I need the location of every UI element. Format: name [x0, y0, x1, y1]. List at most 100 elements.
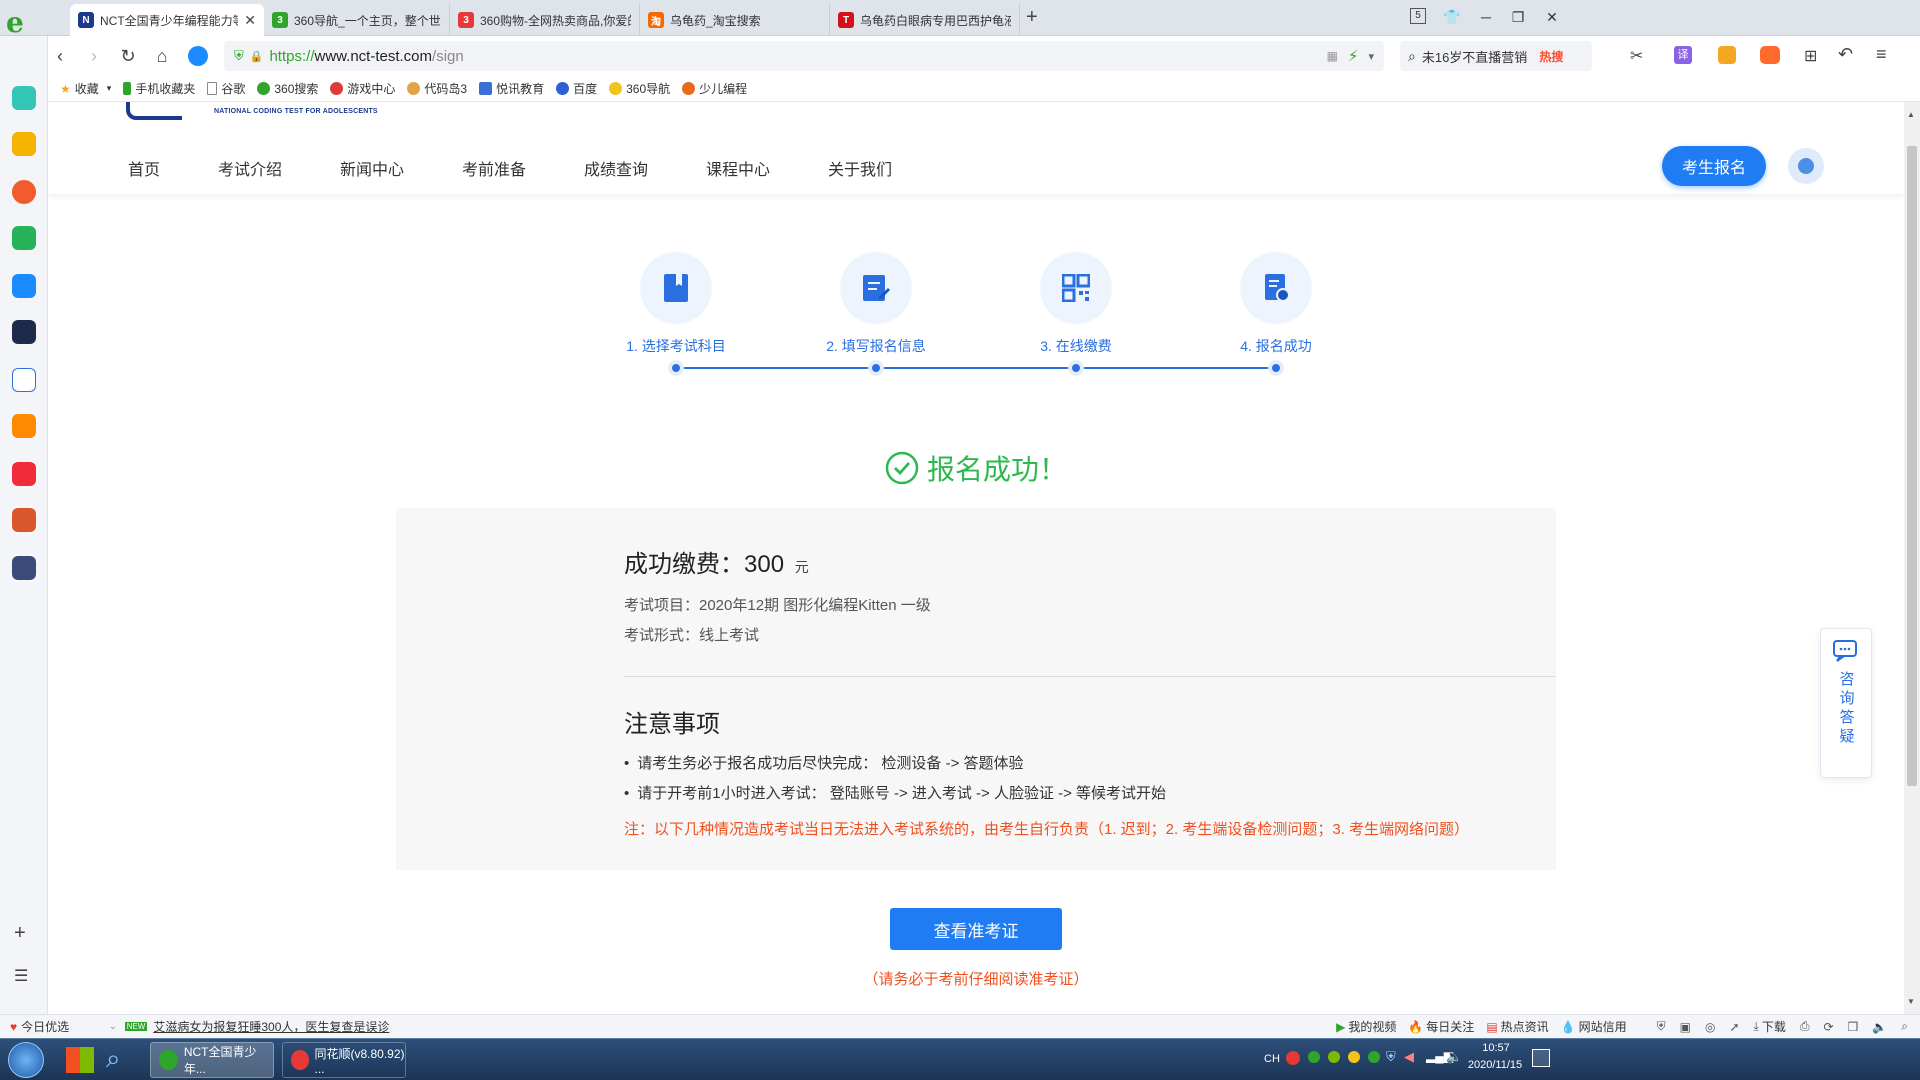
- forward-icon[interactable]: ›: [82, 44, 106, 68]
- tab-count-badge[interactable]: 5: [1410, 8, 1426, 24]
- speed-status-icon[interactable]: ◎: [1705, 1020, 1715, 1034]
- nav-news[interactable]: 新闻中心: [340, 156, 404, 180]
- nav-prep[interactable]: 考前准备: [462, 156, 526, 180]
- tab-tmall[interactable]: T 乌龟药白眼病专用巴西护龟液膏: [830, 4, 1020, 36]
- sidebar-mail-icon[interactable]: [12, 226, 36, 250]
- tray-app1-icon[interactable]: [1308, 1051, 1320, 1063]
- sidebar-p-icon[interactable]: [12, 274, 36, 298]
- user-icon: [1798, 158, 1814, 174]
- search-taskbar-icon[interactable]: ⌕: [106, 1043, 121, 1075]
- avatar[interactable]: [1788, 148, 1824, 184]
- bookmark-yuexun[interactable]: 悦讯教育: [479, 80, 544, 97]
- consult-widget[interactable]: 咨询答疑: [1820, 628, 1872, 778]
- scroll-up-icon[interactable]: ▲: [1907, 110, 1915, 119]
- nav-exam-intro[interactable]: 考试介绍: [218, 156, 282, 180]
- tray-app4-icon[interactable]: [1368, 1051, 1380, 1063]
- bookmark-mobile[interactable]: 手机收藏夹: [123, 80, 195, 97]
- tray-app3-icon[interactable]: [1348, 1051, 1360, 1063]
- shield-extension-icon[interactable]: [1718, 46, 1736, 64]
- search-box[interactable]: ⌕ 未16岁不直播营销 热搜: [1400, 41, 1592, 71]
- daily-focus[interactable]: 每日关注: [1426, 1018, 1474, 1035]
- sidebar-game1-icon[interactable]: [12, 508, 36, 532]
- action-center-icon[interactable]: [1532, 1049, 1550, 1067]
- qr-icon[interactable]: ▦: [1327, 49, 1338, 63]
- rocket-icon[interactable]: ➚: [1729, 1020, 1739, 1034]
- sidebar-add-icon[interactable]: +: [14, 922, 26, 945]
- image-icon[interactable]: ▣: [1680, 1020, 1691, 1034]
- bookmark-360search[interactable]: 360搜索: [257, 80, 318, 97]
- tab-360nav[interactable]: 3 360导航_一个主页，整个世界: [264, 4, 450, 36]
- nct-logo-icon[interactable]: [126, 102, 182, 120]
- quick-launch-app-icon[interactable]: [66, 1047, 94, 1073]
- nav-home[interactable]: 首页: [128, 156, 160, 180]
- tray-sogou-icon[interactable]: [1286, 1051, 1300, 1065]
- bookmark-google[interactable]: 谷歌: [207, 80, 245, 97]
- sidebar-favorites-icon[interactable]: [12, 132, 36, 156]
- location-icon[interactable]: [188, 46, 208, 66]
- bookmark-codeisland[interactable]: 代码岛3: [407, 80, 467, 97]
- tab-360shop[interactable]: 3 360购物-全网热卖商品,你爱的都: [450, 4, 640, 36]
- back-icon[interactable]: ‹: [48, 44, 72, 68]
- volume-icon[interactable]: 🔈: [1446, 1049, 1462, 1065]
- url-field[interactable]: ⛨ 🔒 https:// www.nct-test.com /sign ▦ ⚡ …: [224, 41, 1384, 71]
- clock-date[interactable]: 2020/11/15: [1462, 1059, 1528, 1071]
- home-icon[interactable]: ⌂: [150, 44, 174, 68]
- tray-app2-icon[interactable]: [1328, 1051, 1340, 1063]
- task-browser[interactable]: NCT全国青少年...: [150, 1042, 274, 1078]
- downloads[interactable]: 下载: [1762, 1018, 1786, 1035]
- reload-icon[interactable]: ↻: [116, 44, 140, 68]
- nav-scores[interactable]: 成绩查询: [584, 156, 648, 180]
- page-scrollbar[interactable]: ▲ ▼: [1904, 102, 1920, 1014]
- tab-taobao[interactable]: 淘 乌龟药_淘宝搜索: [640, 4, 830, 36]
- undo-icon[interactable]: ↶: [1838, 44, 1853, 65]
- sidebar-health-icon[interactable]: [12, 86, 36, 110]
- apps-grid-icon[interactable]: ⊞: [1804, 46, 1817, 66]
- hot-news[interactable]: 热点资讯: [1501, 1018, 1549, 1035]
- tray-shield-icon[interactable]: ⛨: [1386, 1049, 1396, 1065]
- printer-icon[interactable]: ⎙: [1800, 1019, 1810, 1034]
- sidebar-news-icon[interactable]: [12, 320, 36, 344]
- scroll-down-icon[interactable]: ▼: [1907, 997, 1915, 1006]
- clock-time[interactable]: 10:57: [1470, 1042, 1522, 1054]
- my-videos[interactable]: 我的视频: [1348, 1018, 1396, 1035]
- bookmark-kids-coding[interactable]: 少儿编程: [682, 80, 747, 97]
- ime-indicator[interactable]: CH: [1264, 1053, 1280, 1065]
- sidebar-xiaohongshu-icon[interactable]: [12, 462, 36, 486]
- sidebar-game2-icon[interactable]: [12, 556, 36, 580]
- scrollbar-thumb[interactable]: [1907, 146, 1917, 786]
- close-tab-icon[interactable]: ✕: [244, 12, 256, 29]
- bookmark-games[interactable]: 游戏中心: [330, 80, 395, 97]
- close-window-icon[interactable]: ✕: [1532, 0, 1572, 34]
- menu-icon[interactable]: ≡: [1876, 44, 1887, 65]
- speed-icon[interactable]: ⚡: [1348, 47, 1359, 65]
- sound-icon[interactable]: 🔈: [1872, 1020, 1887, 1034]
- bookmark-favorites[interactable]: ★ 收藏 ▾: [60, 80, 111, 97]
- task-tonghuashun[interactable]: 同花顺(v8.80.92) ...: [282, 1042, 406, 1078]
- today-picks[interactable]: 今日优选: [21, 1018, 69, 1035]
- shield-status-icon[interactable]: ⛨: [1657, 1019, 1666, 1034]
- tab-nct[interactable]: N NCT全国青少年编程能力等级测 ✕: [70, 4, 264, 36]
- sync-icon[interactable]: ⟳: [1823, 1020, 1833, 1034]
- site-credit[interactable]: 网站信用: [1579, 1018, 1627, 1035]
- scissors-icon[interactable]: ✂: [1630, 46, 1643, 66]
- nav-about[interactable]: 关于我们: [828, 156, 892, 180]
- view-admission-ticket-button[interactable]: 查看准考证: [890, 908, 1062, 950]
- new-tab-button[interactable]: +: [1026, 6, 1038, 29]
- start-button-icon[interactable]: [8, 1042, 44, 1078]
- window-icon[interactable]: ❐: [1848, 1020, 1859, 1034]
- register-button[interactable]: 考生报名: [1662, 146, 1766, 186]
- bookmark-baidu[interactable]: 百度: [556, 80, 597, 97]
- sidebar-list-icon[interactable]: ☰: [14, 966, 28, 986]
- bookmark-360nav[interactable]: 360导航: [609, 80, 670, 97]
- sidebar-weibo-icon[interactable]: [12, 180, 36, 204]
- sidebar-novel-icon[interactable]: [12, 414, 36, 438]
- news-ticker[interactable]: 艾滋病女为报复狂睡300人，医生复查是误诊: [153, 1018, 389, 1035]
- zoom-icon[interactable]: ⌕: [1901, 1019, 1908, 1034]
- dropdown-icon[interactable]: ▾: [1368, 50, 1374, 63]
- tray-alert-icon[interactable]: ◀: [1404, 1049, 1414, 1065]
- translate-icon[interactable]: 译: [1674, 46, 1692, 64]
- game-icon[interactable]: [1760, 46, 1780, 64]
- 360-browser-logo-icon[interactable]: e: [6, 8, 36, 38]
- sidebar-doc-icon[interactable]: [12, 368, 36, 392]
- nav-courses[interactable]: 课程中心: [706, 156, 770, 180]
